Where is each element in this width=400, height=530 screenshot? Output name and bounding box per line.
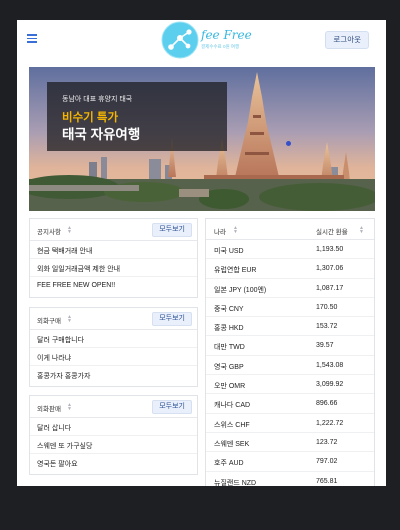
currency-rate: 123.72 (316, 438, 338, 446)
sort-icon[interactable]: ▲ ▼ (233, 226, 238, 235)
logo-subtitle: 결제수수료 0원 여행 (201, 44, 240, 49)
rate-row: 스웨덴 SEK 123.72 (206, 433, 374, 453)
logo-text: fee Free (201, 28, 252, 42)
currency-rate: 896.66 (316, 400, 338, 408)
country-column-header[interactable]: 나라 (214, 226, 226, 236)
hamburger-menu-icon[interactable] (27, 34, 37, 43)
currency-rate: 1,543.08 (316, 361, 344, 369)
buy-more-button[interactable]: 모두보기 (152, 312, 192, 326)
notice-list-item[interactable]: 외화 일일거래금액 제한 안내 (30, 259, 197, 277)
sell-panel-header: 외화판매 ▲ ▼ 모두보기 (30, 396, 197, 418)
buy-panel-header: 외화구매 ▲ ▼ 모두보기 (30, 308, 197, 330)
currency-rate: 153.72 (316, 323, 338, 331)
rate-table-header: 나라 ▲ ▼ 실시간 환율 ▲ ▼ (206, 219, 374, 240)
carousel-indicator-dot[interactable] (286, 141, 291, 146)
notice-panel-header: 공지사항 ▲ ▼ 모두보기 (30, 219, 197, 241)
rate-row: 유럽연합 EUR 1,307.06 (206, 259, 374, 279)
buy-list-item[interactable]: 달러 구매합니다 (30, 330, 197, 348)
currency-name: 캐나다 CAD (214, 402, 251, 410)
banner-title: 태국 자유여행 (62, 127, 141, 142)
currency-rate: 170.50 (316, 303, 338, 311)
currency-name: 영국 GBP (214, 363, 244, 371)
sort-icon[interactable]: ▲ ▼ (67, 226, 72, 235)
buy-list-item[interactable]: 이게 나라냐 (30, 348, 197, 366)
currency-name: 호주 AUD (214, 460, 244, 468)
exchange-rate-table: 나라 ▲ ▼ 실시간 환율 ▲ ▼ 미국 USD 1,193.50 유럽연합 EUR 1… (205, 218, 375, 486)
currency-name: 홍콩 HKD (214, 325, 244, 333)
sell-panel-title: 외화판매 (37, 406, 61, 413)
sort-icon[interactable]: ▲ ▼ (67, 403, 72, 412)
currency-rate: 1,087.17 (316, 284, 344, 292)
currency-name: 뉴질랜드 NZD (214, 479, 257, 486)
sell-more-button[interactable]: 모두보기 (152, 400, 192, 414)
currency-name: 스위스 CHF (214, 421, 250, 429)
buy-panel: 외화구매 ▲ ▼ 모두보기 달러 구매합니다 이게 나라냐 홍콩가자 홍콩가자 (29, 307, 198, 387)
notice-list-item[interactable]: FEE FREE NEW OPEN!! (30, 277, 197, 295)
currency-name: 대만 TWD (214, 344, 245, 352)
logo[interactable]: fee Free 결제수수료 0원 여행 (161, 21, 252, 59)
notice-panel-title: 공지사항 (37, 229, 61, 236)
notice-panel: 공지사항 ▲ ▼ 모두보기 현금 택배거래 안내 외화 일일거래금액 제한 안내 … (29, 218, 198, 298)
currency-name: 스웨덴 SEK (214, 440, 250, 448)
rate-row: 오만 OMR 3,099.92 (206, 375, 374, 395)
currency-rate: 1,307.06 (316, 265, 344, 273)
sell-panel: 외화판매 ▲ ▼ 모두보기 달러 삽니다 스웨덴 또 가구싶당 영국돈 팔아요 (29, 395, 198, 475)
currency-rate: 797.02 (316, 458, 338, 466)
sell-list-item[interactable]: 달러 삽니다 (30, 418, 197, 436)
rate-row: 캐나다 CAD 896.66 (206, 394, 374, 414)
page-frame: fee Free 결제수수료 0원 여행 로그아웃 동남아 대표 휴양지 태국 … (17, 20, 386, 486)
rate-row: 미국 USD 1,193.50 (206, 240, 374, 260)
rate-row: 홍콩 HKD 153.72 (206, 317, 374, 337)
currency-rate: 39.57 (316, 342, 334, 350)
notice-list-item[interactable]: 현금 택배거래 안내 (30, 241, 197, 259)
banner-caption-box: 동남아 대표 휴양지 태국 비수기 특가 태국 자유여행 (47, 82, 227, 151)
promo-banner[interactable]: 동남아 대표 휴양지 태국 비수기 특가 태국 자유여행 (29, 67, 375, 211)
sell-list-item[interactable]: 스웨덴 또 가구싶당 (30, 436, 197, 454)
buy-list-item[interactable]: 홍콩가자 홍콩가자 (30, 366, 197, 384)
rate-row: 호주 AUD 797.02 (206, 452, 374, 472)
rate-row: 스위스 CHF 1,222.72 (206, 414, 374, 433)
notice-more-button[interactable]: 모두보기 (152, 223, 192, 237)
rate-row: 중국 CNY 170.50 (206, 298, 374, 318)
buy-panel-title: 외화구매 (37, 318, 61, 325)
currency-name: 오만 OMR (214, 383, 246, 391)
currency-name: 유럽연합 EUR (214, 267, 257, 275)
rate-row: 대만 TWD 39.57 (206, 336, 374, 356)
currency-rate: 1,193.50 (316, 246, 344, 253)
sell-list-item[interactable]: 영국돈 팔아요 (30, 454, 197, 472)
currency-rate: 765.81 (316, 477, 338, 485)
currency-name: 중국 CNY (214, 305, 244, 313)
rate-column-header[interactable]: 실시간 환율 (316, 226, 348, 236)
sort-icon[interactable]: ▲ ▼ (67, 315, 72, 324)
currency-name: 미국 USD (214, 248, 244, 255)
rate-row: 영국 GBP 1,543.08 (206, 356, 374, 376)
logout-button[interactable]: 로그아웃 (325, 31, 369, 49)
rate-row: 일본 JPY (100엔) 1,087.17 (206, 279, 374, 298)
sort-icon[interactable]: ▲ ▼ (359, 226, 364, 235)
currency-rate: 1,222.72 (316, 419, 344, 427)
rate-row: 뉴질랜드 NZD 765.81 (206, 472, 374, 486)
top-bar: fee Free 결제수수료 0원 여행 로그아웃 (17, 20, 386, 60)
banner-subtitle: 동남아 대표 휴양지 태국 (62, 96, 133, 103)
currency-name: 일본 JPY (100엔) (214, 286, 267, 294)
currency-rate: 3,099.92 (316, 381, 344, 389)
